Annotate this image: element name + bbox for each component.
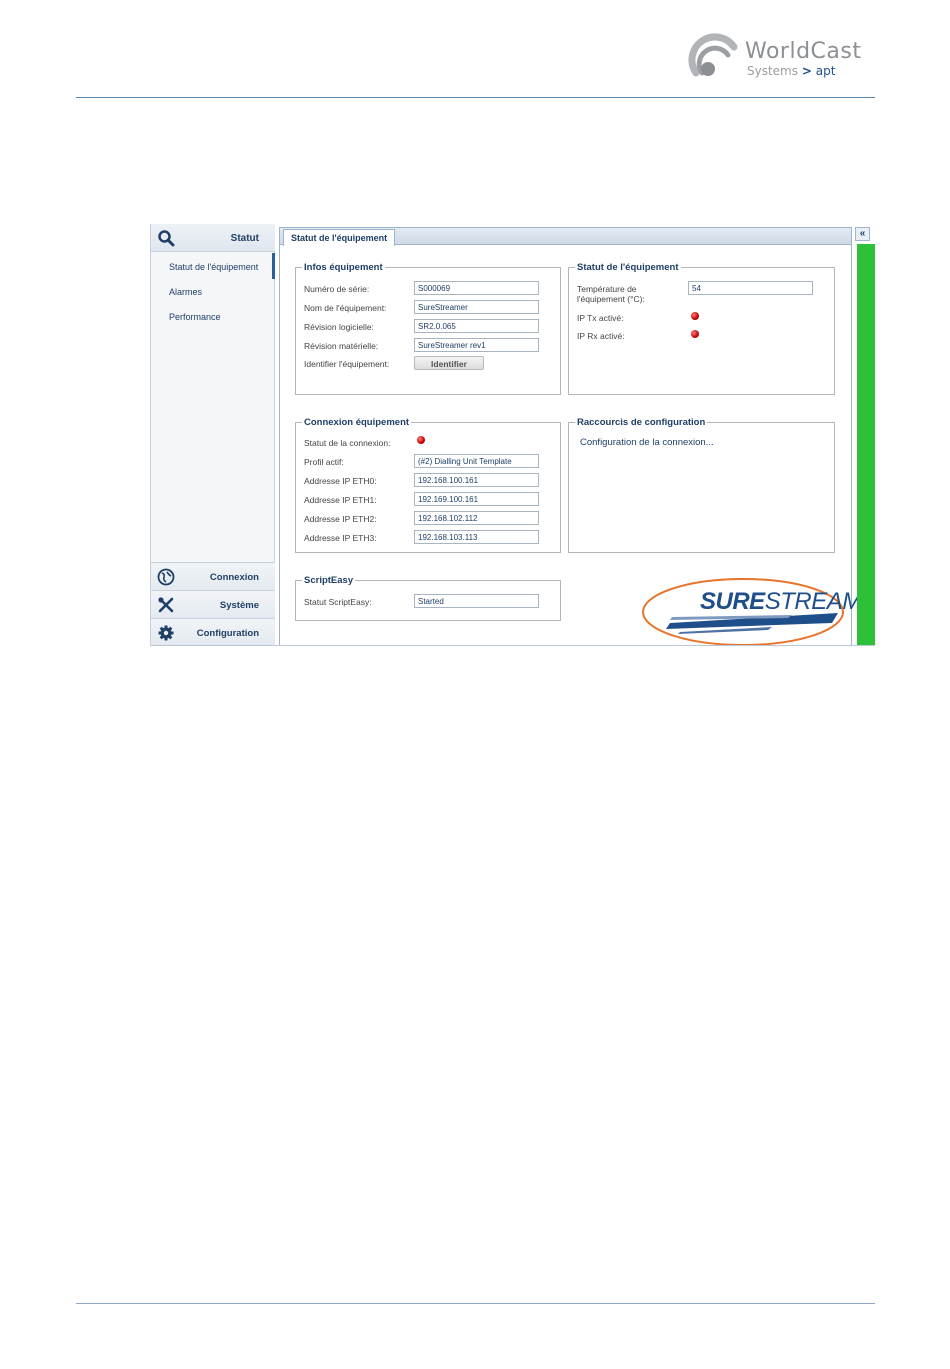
device-name-label: Nom de l'équipement:	[304, 303, 387, 313]
tab-strip: Statut de l'équipement	[280, 228, 851, 246]
fieldset-legend: Raccourcis de configuration	[575, 417, 708, 428]
sidebar-item-performance[interactable]: Performance	[169, 312, 221, 322]
collapse-panel-button[interactable]: «	[855, 227, 870, 241]
status-side-bar	[857, 244, 875, 645]
surestream-bold: SURE	[700, 588, 765, 615]
temperature-field[interactable]: 54	[688, 281, 813, 295]
connection-status-led	[417, 436, 425, 444]
app-window: Statut Statut de l'équipement Alarmes Pe…	[150, 224, 875, 646]
tools-icon	[158, 597, 174, 613]
sidebar-active-indicator	[272, 253, 275, 279]
brand-arrow: >	[801, 64, 812, 78]
hardware-revision-field[interactable]: SureStreamer rev1	[414, 338, 539, 352]
eth1-field[interactable]: 192.169.100.161	[414, 492, 539, 506]
globe-icon	[157, 568, 175, 586]
ip-tx-label: IP Tx activé:	[577, 313, 624, 323]
hardware-revision-label: Révision matérielle:	[304, 341, 379, 351]
eth2-field[interactable]: 192.168.102.112	[414, 511, 539, 525]
brand-subtitle: Systems > apt	[747, 64, 835, 78]
sidebar-item-alarmes[interactable]: Alarmes	[169, 287, 202, 297]
eth2-label: Addresse IP ETH2:	[304, 514, 377, 524]
identify-button[interactable]: Identifier	[414, 356, 484, 370]
sidebar-section-label: Configuration	[196, 628, 259, 639]
sidebar-section-label: Statut	[230, 233, 259, 244]
sidebar-section-connexion[interactable]: Connexion	[151, 562, 275, 590]
surestream-wordmark: SURESTREAM	[700, 588, 862, 616]
serial-label: Numéro de série:	[304, 284, 370, 294]
identify-label: Identifier l'équipement:	[304, 359, 390, 369]
eth3-label: Addresse IP ETH3:	[304, 533, 377, 543]
fieldset-scripteasy: ScriptEasy Statut ScriptEasy: Started	[295, 575, 561, 621]
eth1-label: Addresse IP ETH1:	[304, 495, 377, 505]
fieldset-raccourcis-configuration: Raccourcis de configuration Configuratio…	[568, 417, 835, 553]
brand-apt: apt	[815, 64, 836, 78]
ip-tx-status-led	[691, 312, 699, 320]
search-icon	[158, 230, 175, 247]
eth0-label: Addresse IP ETH0:	[304, 476, 377, 486]
device-name-field[interactable]: SureStreamer	[414, 300, 539, 314]
fieldset-connexion-equipement: Connexion équipement Statut de la connex…	[295, 417, 561, 553]
software-revision-label: Révision logicielle:	[304, 322, 374, 332]
gear-icon	[158, 625, 174, 641]
fieldset-legend: ScriptEasy	[302, 575, 356, 586]
fieldset-legend: Statut de l'équipement	[575, 262, 681, 273]
tab-statut-equipement[interactable]: Statut de l'équipement	[283, 229, 396, 246]
fieldset-legend: Connexion équipement	[302, 417, 412, 428]
fieldset-infos-equipement: Infos équipement Numéro de série: S00006…	[295, 262, 561, 395]
active-profile-field[interactable]: (#2) Dialling Unit Template	[414, 454, 539, 468]
serial-field[interactable]: S000069	[414, 281, 539, 295]
sidebar-item-statut-equipement[interactable]: Statut de l'équipement	[169, 262, 258, 272]
brand-name: WorldCast	[745, 39, 862, 64]
surestream-light: STREAM	[764, 588, 863, 615]
brand-sub-text: Systems	[747, 64, 798, 78]
header-rule	[76, 97, 875, 98]
connection-config-link[interactable]: Configuration de la connexion...	[580, 437, 714, 448]
footer-rule	[76, 1303, 875, 1304]
fieldset-statut-equipement: Statut de l'équipement Température de l'…	[568, 262, 835, 395]
sidebar-section-statut[interactable]: Statut	[151, 224, 275, 252]
ip-rx-label: IP Rx activé:	[577, 331, 625, 341]
sidebar-section-label: Système	[219, 600, 259, 611]
sidebar-section-configuration[interactable]: Configuration	[151, 618, 275, 645]
connection-status-label: Statut de la connexion:	[304, 438, 391, 448]
ip-rx-status-led	[691, 330, 699, 338]
scripteasy-status-label: Statut ScriptEasy:	[304, 597, 372, 607]
temperature-label: Température de l'équipement (°C):	[577, 284, 645, 304]
eth3-field[interactable]: 192.168.103.113	[414, 530, 539, 544]
worldcast-swirl-icon	[688, 33, 738, 77]
active-profile-label: Profil actif:	[304, 457, 344, 467]
sidebar: Statut Statut de l'équipement Alarmes Pe…	[150, 224, 275, 645]
surestream-logo: SURESTREAM	[642, 577, 862, 645]
sidebar-section-systeme[interactable]: Système	[151, 590, 275, 618]
fieldset-legend: Infos équipement	[302, 262, 385, 273]
worldcast-logo: WorldCast Systems > apt	[688, 33, 878, 91]
sidebar-section-label: Connexion	[209, 572, 259, 583]
scripteasy-status-field[interactable]: Started	[414, 594, 539, 608]
eth0-field[interactable]: 192.168.100.161	[414, 473, 539, 487]
software-revision-field[interactable]: SR2.0.065	[414, 319, 539, 333]
